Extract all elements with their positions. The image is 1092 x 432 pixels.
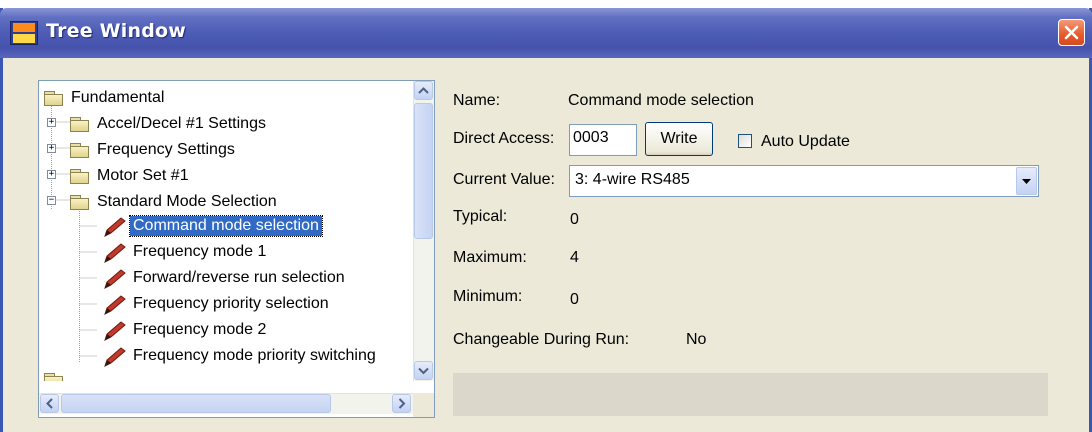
close-button[interactable] <box>1058 19 1085 46</box>
pencil-icon <box>104 295 126 315</box>
name-label: Name: <box>453 92 501 109</box>
tree-node-label: Frequency Settings <box>97 141 235 158</box>
auto-update-checkbox[interactable] <box>738 134 752 148</box>
tree-node-label: Accel/Decel #1 Settings <box>97 115 266 132</box>
tree-node-label: Fundamental <box>71 89 165 106</box>
pencil-icon <box>104 243 126 263</box>
tree-window: Tree Window Fundamental + Accel/Decel #1… <box>0 8 1092 432</box>
horizontal-scrollbar[interactable] <box>39 393 413 414</box>
auto-update-label: Auto Update <box>761 133 850 150</box>
chevron-down-icon <box>418 367 429 375</box>
current-value-text: 3: 4-wire RS485 <box>575 171 690 188</box>
maximum-value: 4 <box>570 249 579 266</box>
dropdown-button[interactable] <box>1016 167 1037 195</box>
maximum-label: Maximum: <box>453 249 527 266</box>
title-bar[interactable]: Tree Window <box>0 8 1092 58</box>
close-icon <box>1064 25 1079 40</box>
scroll-left-button[interactable] <box>40 394 59 413</box>
folder-icon <box>70 169 90 184</box>
scroll-thumb[interactable] <box>414 103 433 239</box>
tree-item-label: Frequency priority selection <box>133 295 329 312</box>
current-value-label: Current Value: <box>453 171 555 188</box>
tree-node-label: Standard Mode Selection <box>97 193 277 210</box>
write-button[interactable]: Write <box>645 122 713 156</box>
tree-item-label: Frequency mode priority switching <box>133 347 376 364</box>
pencil-icon <box>104 321 126 341</box>
folder-icon <box>44 91 64 106</box>
scroll-thumb[interactable] <box>61 394 331 413</box>
description-box <box>453 373 1048 416</box>
pencil-icon <box>104 269 126 289</box>
vertical-scrollbar[interactable] <box>413 81 434 381</box>
typical-value: 0 <box>570 211 579 228</box>
chevron-down-icon <box>1022 179 1031 184</box>
direct-access-label: Direct Access: <box>453 130 555 147</box>
changeable-during-run-label: Changeable During Run: <box>453 331 630 348</box>
tree-item-label: Forward/reverse run selection <box>133 269 345 286</box>
expand-icon[interactable]: + <box>47 144 56 153</box>
chevron-right-icon <box>398 398 406 409</box>
tree-panel: Fundamental + Accel/Decel #1 Settings + … <box>38 80 435 418</box>
tree-node-label: Motor Set #1 <box>97 167 189 184</box>
folder-icon <box>70 143 90 158</box>
direct-access-input[interactable]: 0003 <box>569 124 637 156</box>
current-value-select[interactable]: 3: 4-wire RS485 <box>569 165 1039 197</box>
scroll-up-button[interactable] <box>414 81 433 100</box>
folder-icon <box>70 117 90 132</box>
collapse-icon[interactable]: − <box>47 196 56 205</box>
expand-icon[interactable]: + <box>47 170 56 179</box>
changeable-during-run-value: No <box>686 331 707 348</box>
tree-item-label: Command mode selection <box>129 215 323 237</box>
chevron-up-icon <box>418 87 429 94</box>
tree-view[interactable]: Fundamental + Accel/Decel #1 Settings + … <box>39 81 413 381</box>
scroll-down-button[interactable] <box>414 361 433 380</box>
folder-icon <box>70 195 90 210</box>
pencil-icon <box>104 217 126 237</box>
scroll-right-button[interactable] <box>392 394 411 413</box>
folder-icon <box>44 373 64 381</box>
minimum-value: 0 <box>570 291 579 308</box>
chevron-left-icon <box>46 398 53 409</box>
expand-icon[interactable]: + <box>47 118 56 127</box>
pencil-icon <box>104 347 126 367</box>
typical-label: Typical: <box>453 208 508 225</box>
app-icon <box>10 21 38 45</box>
tree-item-label: Frequency mode 2 <box>133 321 267 338</box>
window-title: Tree Window <box>46 20 187 42</box>
scrollbar-corner <box>413 393 434 417</box>
name-value: Command mode selection <box>568 92 754 109</box>
minimum-label: Minimum: <box>453 288 523 305</box>
tree-item-label: Frequency mode 1 <box>133 243 267 260</box>
